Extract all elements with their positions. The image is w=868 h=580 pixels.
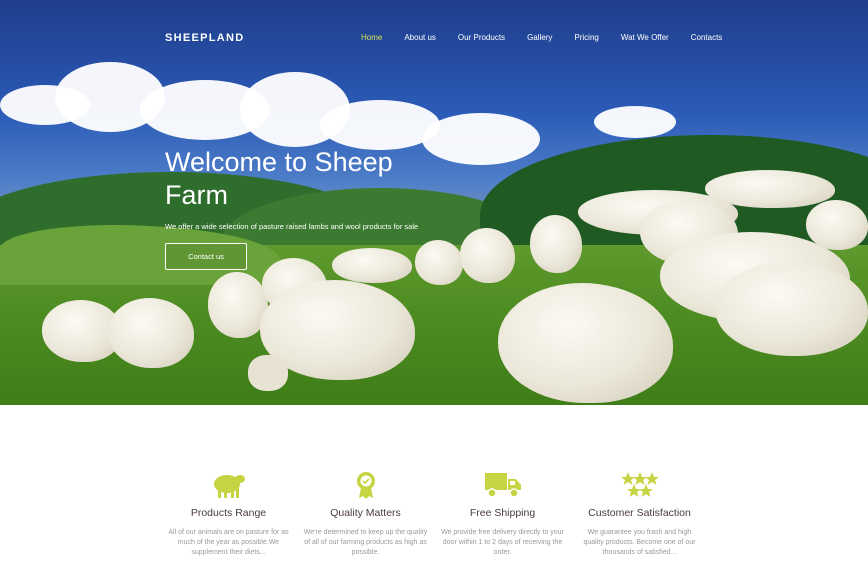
features-section: Products Range All of our animals are on… bbox=[0, 405, 868, 580]
truck-icon bbox=[440, 471, 565, 499]
award-badge-icon bbox=[303, 471, 428, 499]
feature-quality-matters: Quality Matters We're determined to keep… bbox=[303, 471, 428, 558]
nav-menu: Home About us Our Products Gallery Prici… bbox=[361, 33, 744, 42]
hero-section: SHEEPLAND Home About us Our Products Gal… bbox=[0, 0, 868, 405]
feature-title: Free Shipping bbox=[469, 507, 536, 519]
feature-title: Quality Matters bbox=[330, 507, 401, 519]
nav-item-pricing[interactable]: Pricing bbox=[574, 33, 598, 42]
nav-item-contacts[interactable]: Contacts bbox=[691, 33, 723, 42]
hero-subtitle: We offer a wide selection of pasture rai… bbox=[165, 222, 419, 231]
nav-item-what-we-offer[interactable]: Wat We Offer bbox=[621, 33, 669, 42]
nav-item-about-us[interactable]: About us bbox=[404, 33, 436, 42]
feature-title: Customer Satisfaction bbox=[588, 507, 691, 519]
feature-free-shipping: Free Shipping We provide free delivery d… bbox=[440, 471, 565, 558]
feature-description: We're determined to keep up the quality … bbox=[303, 529, 428, 556]
feature-title: Products Range bbox=[190, 507, 267, 519]
sheep-icon bbox=[166, 471, 291, 499]
contact-us-button[interactable]: Contact us bbox=[165, 243, 247, 270]
feature-description: We guarantee you frash and high quality … bbox=[583, 529, 696, 556]
feature-products-range: Products Range All of our animals are on… bbox=[166, 471, 291, 558]
brand-logo[interactable]: SHEEPLAND bbox=[165, 32, 245, 44]
nav-item-home[interactable]: Home bbox=[361, 33, 382, 42]
nav-item-our-products[interactable]: Our Products bbox=[458, 33, 505, 42]
feature-description: We provide free delivery directly to you… bbox=[441, 529, 564, 556]
hero-title: Welcome to Sheep Farm bbox=[165, 147, 393, 210]
top-navigation: SHEEPLAND Home About us Our Products Gal… bbox=[0, 0, 868, 76]
stars-icon bbox=[577, 471, 702, 499]
feature-customer-satisfaction: Customer Satisfaction We guarantee you f… bbox=[577, 471, 702, 558]
nav-item-gallery[interactable]: Gallery bbox=[527, 33, 552, 42]
feature-description: All of our animals are on pasture for as… bbox=[168, 529, 289, 556]
